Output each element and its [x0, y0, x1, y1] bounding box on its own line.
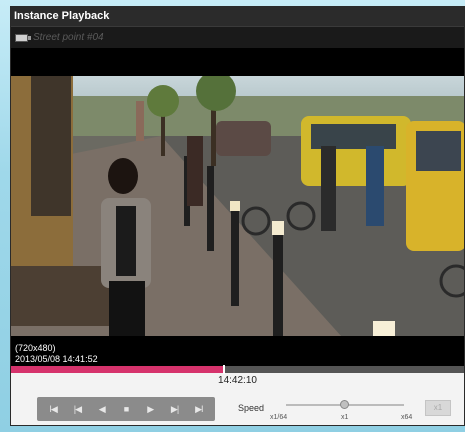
video-resolution: (720x480)	[15, 343, 56, 353]
speed-min-label: x1/64	[270, 414, 288, 421]
play-button[interactable]: ▶	[140, 400, 160, 418]
current-time-label: 14:42:10	[218, 375, 257, 386]
go-to-start-button[interactable]: I◀	[43, 400, 63, 418]
speed-mid-label: x1	[341, 414, 349, 421]
step-back-icon: |◀	[73, 403, 82, 414]
camera-icon	[15, 34, 31, 42]
step-forward-icon: ▶|	[170, 403, 179, 414]
previous-frame-button[interactable]: |◀	[67, 400, 87, 418]
playback-progress-bar[interactable]	[11, 365, 464, 374]
go-to-end-button[interactable]: ▶I	[189, 400, 209, 418]
video-frame	[11, 76, 464, 336]
window-title: Instance Playback	[11, 7, 464, 26]
next-frame-button[interactable]: ▶|	[165, 400, 185, 418]
video-viewport[interactable]: (720x480) 2013/05/08 14:41:52	[11, 48, 464, 366]
skip-end-icon: ▶I	[195, 403, 203, 414]
video-timestamp: 2013/05/08 14:41:52	[15, 354, 98, 364]
speed-slider[interactable]	[286, 400, 404, 409]
stop-icon: ■	[123, 404, 130, 414]
camera-name: Street point #04	[33, 32, 104, 43]
skip-start-icon: I◀	[49, 403, 57, 414]
instance-playback-window: Instance Playback Street point #04 (720x…	[10, 6, 465, 426]
progress-marker[interactable]	[222, 365, 225, 374]
stop-button[interactable]: ■	[116, 400, 136, 418]
speed-apply-button[interactable]: x1	[425, 400, 451, 416]
playback-controls: I◀ |◀ ◀ ■ ▶ ▶| ▶I	[37, 397, 215, 421]
speed-max-label: x64	[401, 414, 413, 421]
speed-slider-handle[interactable]	[340, 400, 349, 409]
play-icon: ▶	[147, 403, 154, 414]
play-reverse-icon: ◀	[98, 403, 106, 414]
reverse-play-button[interactable]: ◀	[92, 400, 112, 418]
camera-header: Street point #04	[11, 26, 464, 48]
speed-label: Speed	[238, 403, 265, 413]
progress-fill	[11, 366, 224, 373]
